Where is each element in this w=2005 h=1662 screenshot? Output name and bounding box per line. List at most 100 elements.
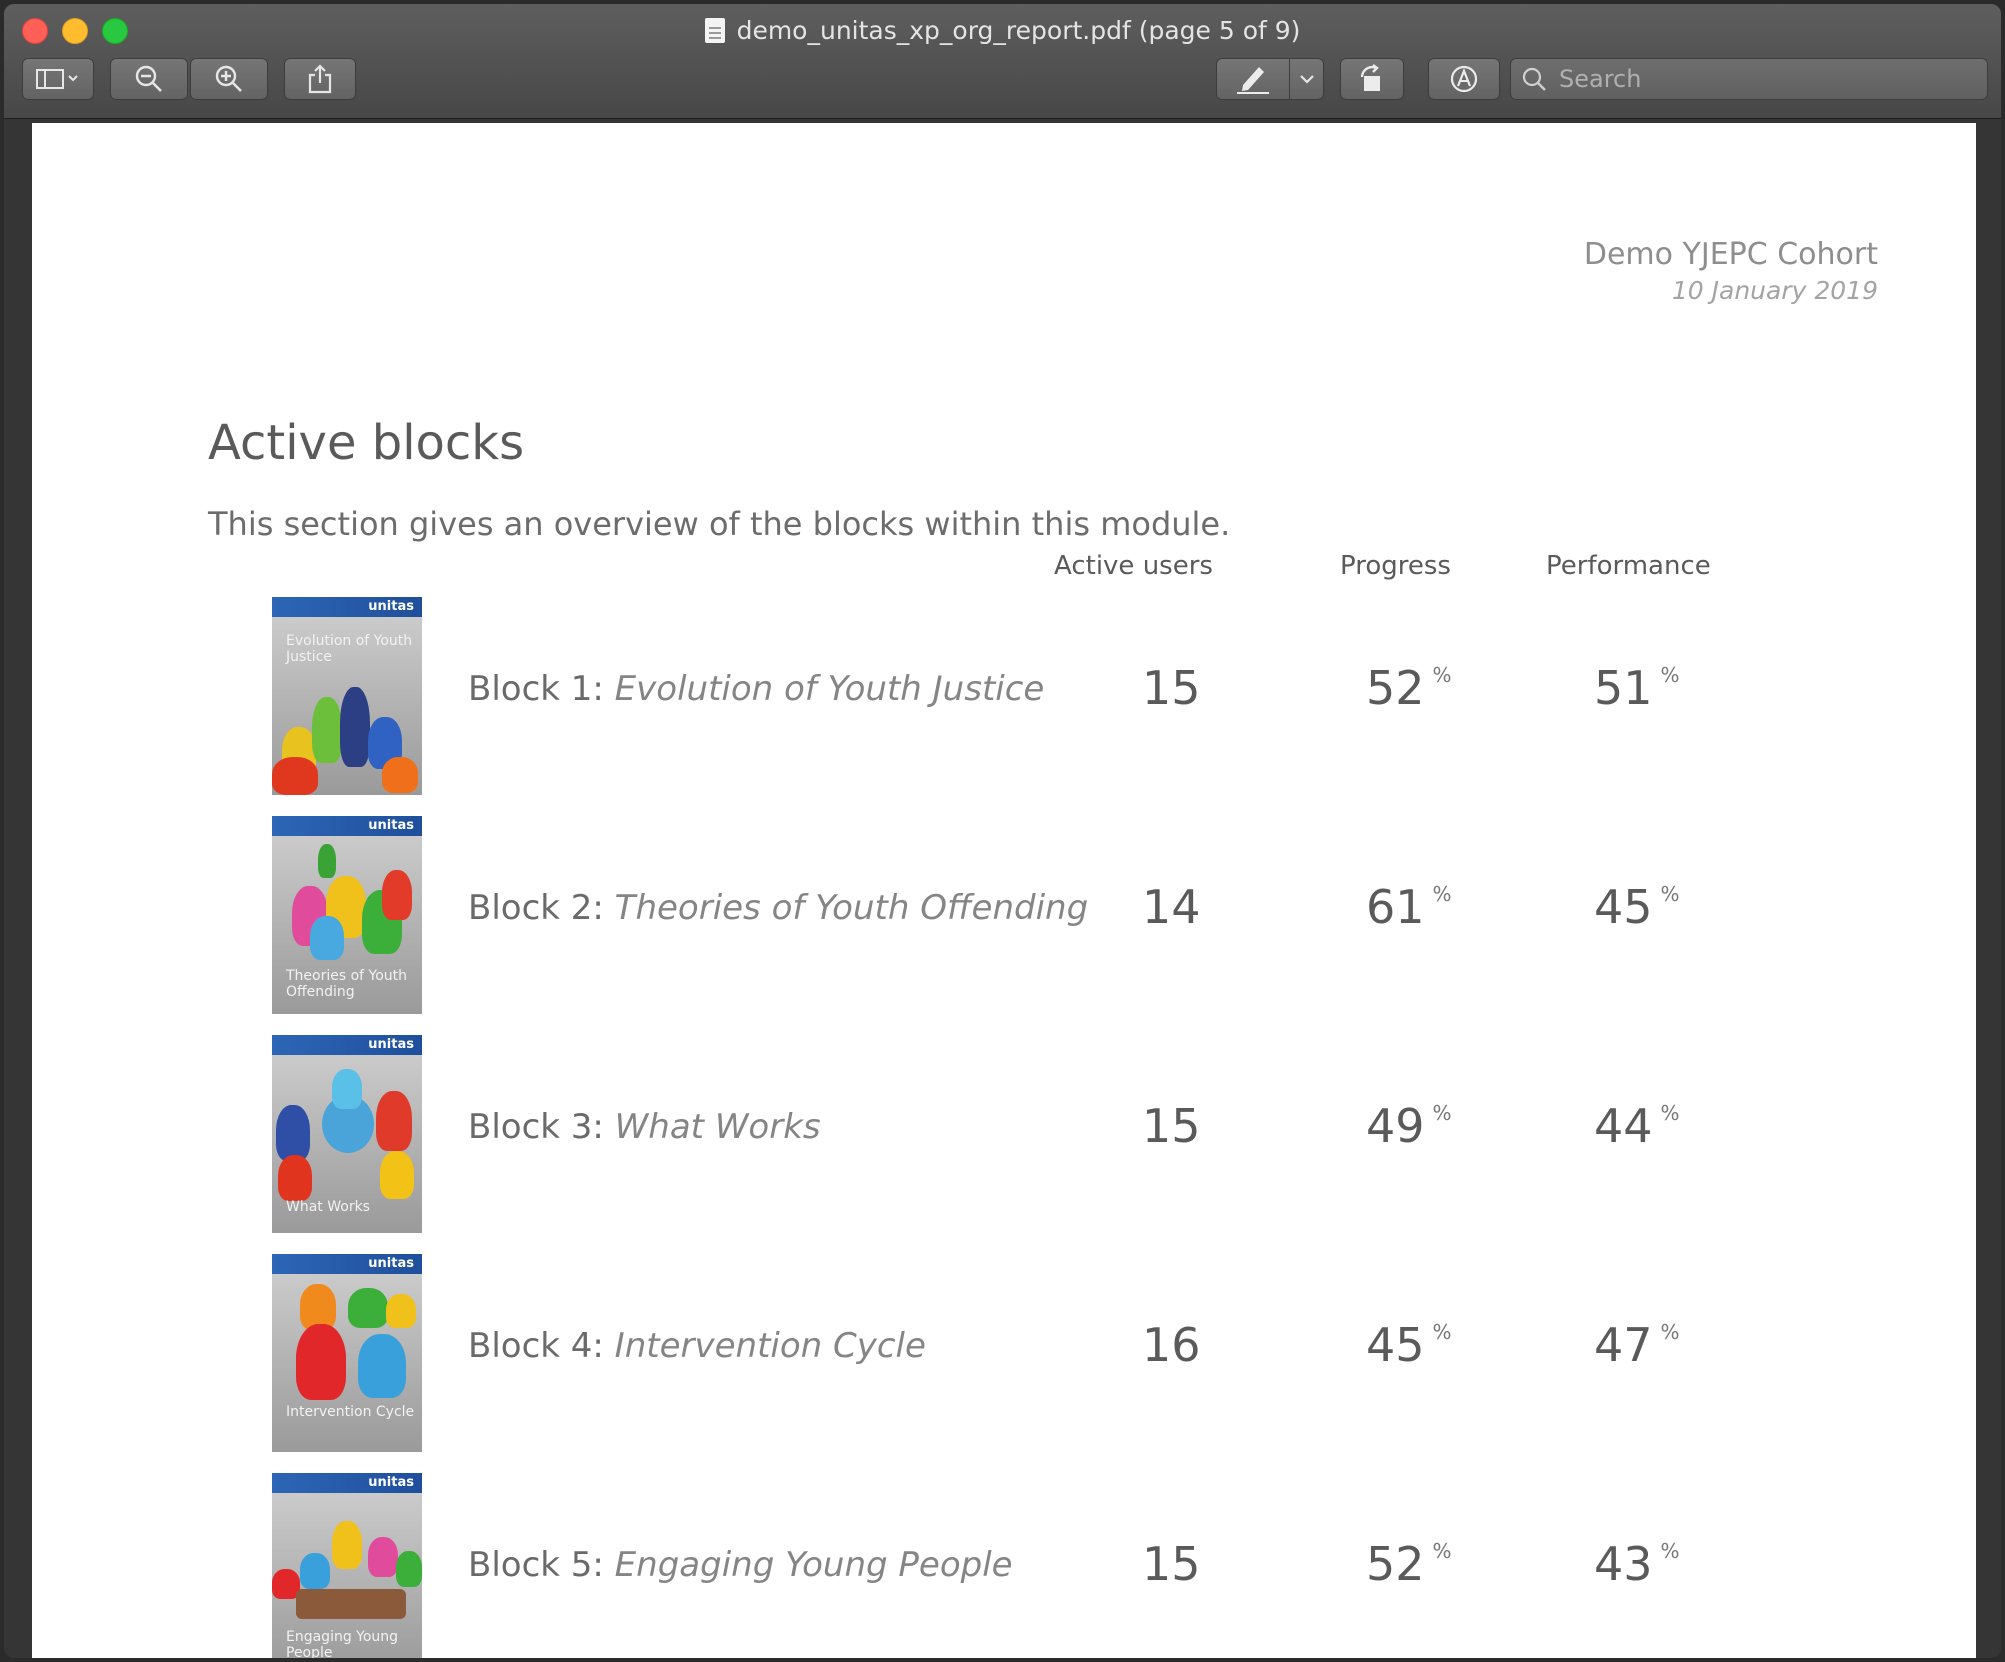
block-row: unitas Evolution of Youth Justice Block …	[32, 597, 1976, 797]
progress-number: 49	[1366, 1099, 1425, 1153]
block-name: Theories of Youth Offending	[614, 888, 1089, 928]
cover-brand: unitas	[368, 599, 414, 614]
zoom-in-button[interactable]	[190, 58, 268, 100]
performance-number: 44	[1594, 1099, 1653, 1153]
figure-shape	[272, 757, 318, 795]
markup-toolbar-icon	[1450, 65, 1478, 93]
column-header-active-users: Active users	[1054, 551, 1213, 581]
percent-sign: %	[1432, 882, 1452, 906]
cover-brand: unitas	[368, 1256, 414, 1271]
figure-shape	[296, 1324, 346, 1400]
cover-title: Evolution of Youth Justice	[286, 633, 413, 665]
cover-brand: unitas	[368, 1475, 414, 1490]
percent-sign: %	[1432, 1101, 1452, 1125]
figure-shape	[300, 1553, 330, 1589]
percent-sign: %	[1660, 1101, 1680, 1125]
performance-number: 45	[1594, 880, 1653, 934]
window-title-container: demo_unitas_xp_org_report.pdf (page 5 of…	[4, 14, 2001, 48]
cover-brand: unitas	[368, 818, 414, 833]
share-button[interactable]	[284, 58, 356, 100]
block-title: Block 5: Engaging Young People	[468, 1545, 1013, 1585]
figure-shape	[276, 1105, 310, 1161]
report-date: 10 January 2019	[1671, 276, 1878, 305]
progress-value: 52%	[1366, 661, 1452, 715]
preview-window: demo_unitas_xp_org_report.pdf (page 5 of…	[4, 4, 2001, 1658]
window-title: demo_unitas_xp_org_report.pdf (page 5 of…	[736, 16, 1301, 45]
pdf-document-icon	[704, 18, 725, 43]
block-cover-image: unitas Evolution of Youth Justice	[272, 597, 422, 795]
percent-sign: %	[1432, 1320, 1452, 1344]
sidebar-toggle-button[interactable]	[22, 58, 94, 100]
percent-sign: %	[1660, 1539, 1680, 1563]
cover-title: What Works	[286, 1199, 370, 1215]
figure-shape	[340, 687, 370, 767]
performance-number: 43	[1594, 1537, 1653, 1591]
progress-value: 52%	[1366, 1537, 1452, 1591]
progress-number: 61	[1366, 880, 1425, 934]
figure-shape	[332, 1069, 362, 1109]
block-cover-image: unitas Engaging Young People	[272, 1473, 422, 1658]
section-title: Active blocks	[208, 415, 525, 471]
percent-sign: %	[1432, 663, 1452, 687]
rotate-icon	[1360, 64, 1380, 91]
active-users-value: 15	[1142, 1537, 1201, 1591]
block-row: unitas What Works Block 3: What Works 15…	[32, 1035, 1976, 1235]
cohort-name: Demo YJEPC Cohort	[1583, 237, 1878, 272]
percent-sign: %	[1432, 1539, 1452, 1563]
figure-shape	[380, 1151, 414, 1199]
figure-shape	[278, 1155, 312, 1201]
active-users-value: 15	[1142, 661, 1201, 715]
percent-sign: %	[1660, 663, 1680, 687]
block-name: What Works	[614, 1107, 821, 1147]
coin-stack-shape	[296, 1589, 406, 1619]
split-divider	[1289, 59, 1290, 99]
block-cover-image: unitas What Works	[272, 1035, 422, 1233]
block-title: Block 1: Evolution of Youth Justice	[468, 669, 1044, 709]
markup-toolbar-button[interactable]	[1428, 58, 1500, 100]
highlight-button[interactable]	[1216, 58, 1324, 100]
search-input[interactable]	[1557, 64, 1961, 94]
block-number: Block 2:	[468, 888, 615, 928]
zoom-out-button[interactable]	[110, 58, 188, 100]
zoom-out-icon	[135, 65, 162, 92]
progress-number: 52	[1366, 661, 1425, 715]
figure-shape	[318, 844, 336, 878]
cover-title: Intervention Cycle	[286, 1404, 415, 1420]
section-description: This section gives an overview of the bl…	[208, 505, 1231, 543]
figure-shape	[312, 697, 342, 763]
share-icon	[308, 64, 332, 94]
active-users-value: 14	[1142, 880, 1201, 934]
progress-value: 45%	[1366, 1318, 1452, 1372]
figure-shape	[396, 1551, 422, 1587]
block-number: Block 1:	[468, 669, 615, 709]
progress-number: 45	[1366, 1318, 1425, 1372]
block-cover-image: unitas Theories of Youth Offending	[272, 816, 422, 1014]
cohort-header: Demo YJEPC Cohort 10 January 2019	[1584, 235, 1878, 307]
progress-value: 49%	[1366, 1099, 1452, 1153]
figure-shape	[382, 757, 418, 793]
cover-brand: unitas	[368, 1037, 414, 1052]
column-header-performance: Performance	[1546, 551, 1711, 581]
performance-value: 44%	[1594, 1099, 1680, 1153]
figure-shape	[382, 870, 412, 920]
pdf-page: Demo YJEPC Cohort 10 January 2019 Active…	[32, 123, 1976, 1658]
performance-number: 51	[1594, 661, 1653, 715]
cover-title: Engaging Young People	[286, 1629, 399, 1658]
block-row: unitas Theories of Youth Offending Block…	[32, 816, 1976, 1016]
performance-value: 51%	[1594, 661, 1680, 715]
search-field[interactable]	[1510, 58, 1988, 100]
block-title: Block 4: Intervention Cycle	[468, 1326, 926, 1366]
figure-shape	[332, 1521, 362, 1569]
rotate-button[interactable]	[1340, 58, 1404, 100]
progress-number: 52	[1366, 1537, 1425, 1591]
performance-value: 47%	[1594, 1318, 1680, 1372]
cover-title: Theories of Youth Offending	[286, 968, 408, 1000]
figure-shape	[386, 1294, 416, 1328]
block-title: Block 3: What Works	[468, 1107, 821, 1147]
column-header-progress: Progress	[1340, 551, 1451, 581]
figure-shape	[348, 1288, 388, 1328]
sidebar-toggle-icon	[36, 69, 78, 89]
chevron-down-icon[interactable]	[1297, 71, 1317, 87]
percent-sign: %	[1660, 1320, 1680, 1344]
block-number: Block 5:	[468, 1545, 615, 1585]
